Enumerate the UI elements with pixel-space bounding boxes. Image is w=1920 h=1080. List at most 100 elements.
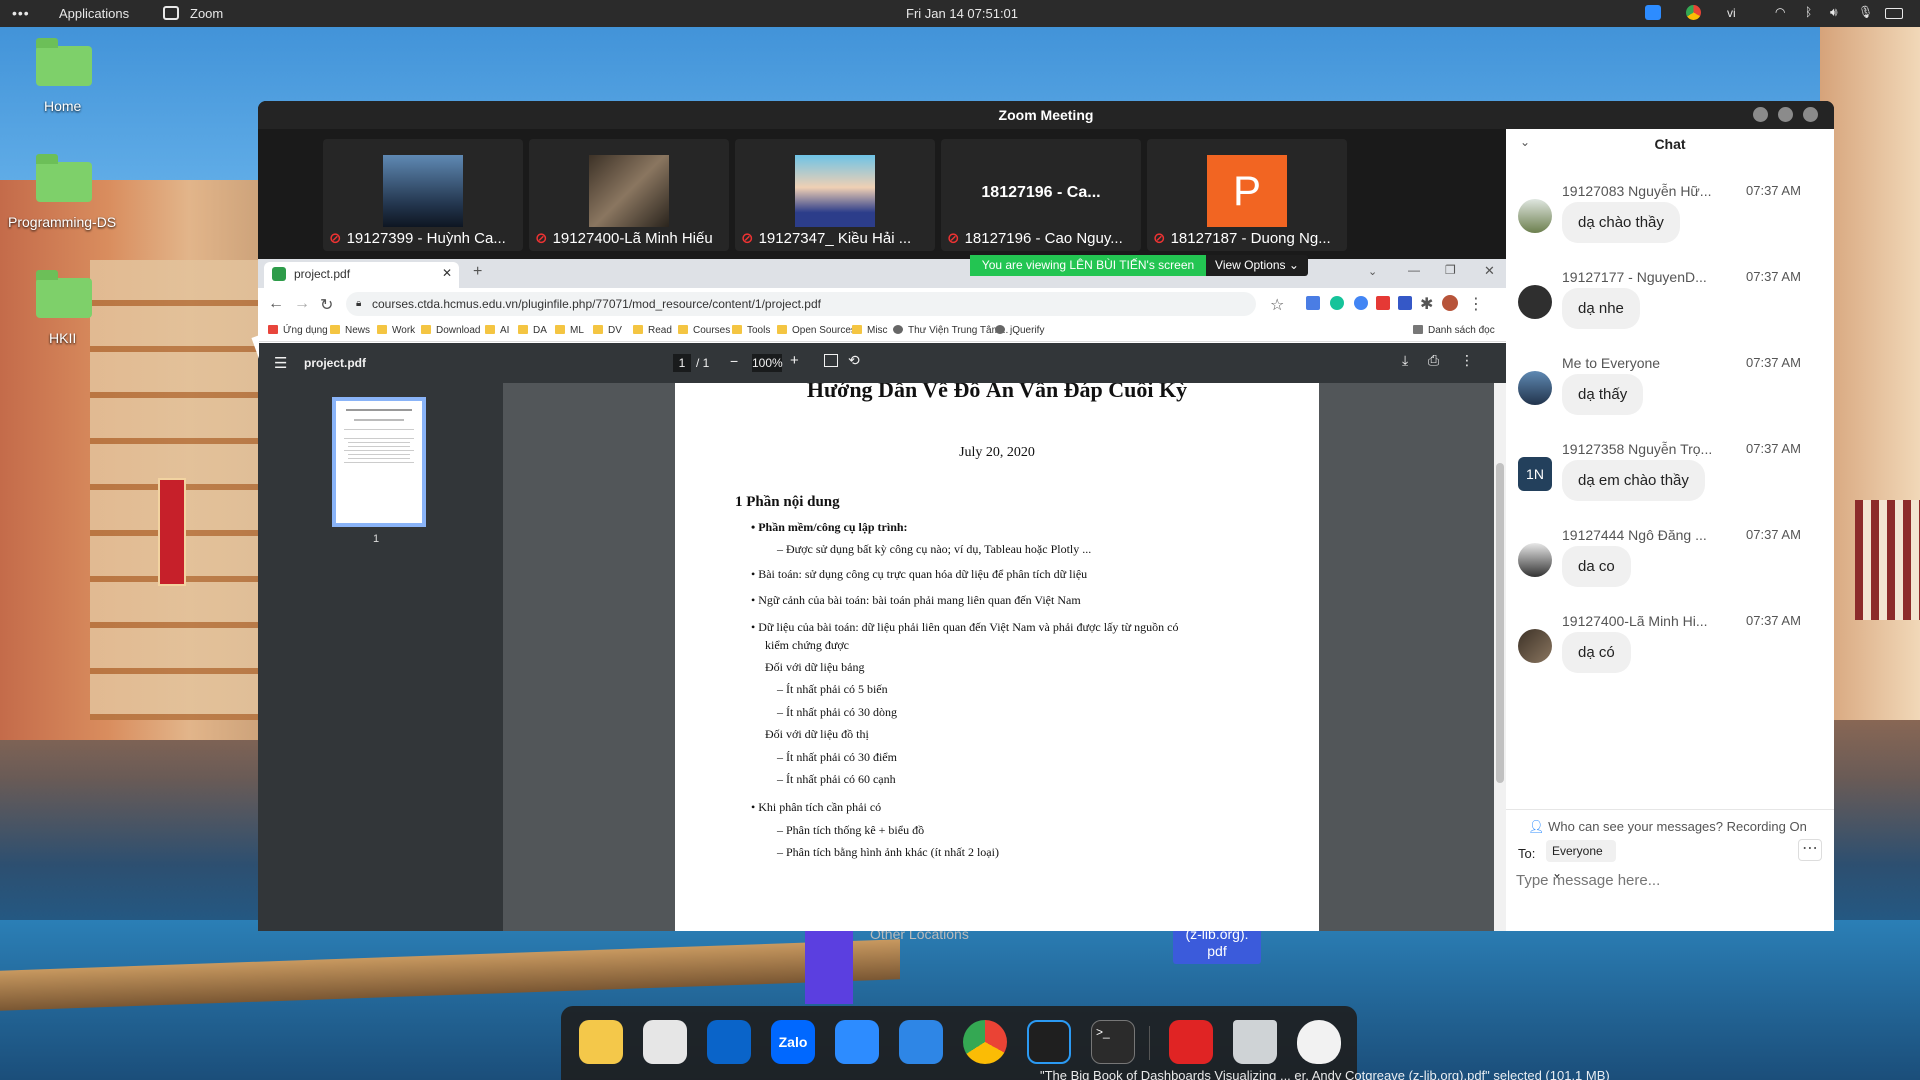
print-icon[interactable]: ⎙ xyxy=(1428,352,1439,369)
forward-icon[interactable]: → xyxy=(294,295,310,313)
bookmark-folder[interactable]: Tools xyxy=(732,325,770,336)
bookmark-label: Courses xyxy=(693,325,731,336)
microphone-icon[interactable]: 🎙︎ xyxy=(1858,5,1873,19)
message-bubble[interactable]: dạ em chào thầy xyxy=(1562,460,1705,501)
chrome-icon[interactable] xyxy=(963,1020,1007,1064)
message-bubble[interactable]: dạ thấy xyxy=(1562,374,1644,415)
scrollbar-thumb[interactable] xyxy=(1496,463,1504,783)
active-app-label[interactable]: Zoom xyxy=(190,6,223,21)
zoom-in-icon[interactable]: + xyxy=(790,352,799,369)
applications-menu[interactable]: Applications xyxy=(59,6,129,21)
bookmark-link[interactable]: Thư Viện Trung Tâm... xyxy=(893,325,1008,336)
page-thumbnail[interactable] xyxy=(332,397,426,527)
extension-translate-icon[interactable] xyxy=(1306,296,1320,310)
window-minimize-icon[interactable]: — xyxy=(1408,263,1420,277)
clock[interactable]: Fri Jan 14 07:51:01 xyxy=(906,6,1018,21)
desktop-icon-hkii[interactable]: HKII xyxy=(36,270,92,346)
bookmark-folder[interactable]: Misc xyxy=(852,325,888,336)
avatar-initials: 1N xyxy=(1518,457,1552,491)
minimize-button[interactable] xyxy=(1753,107,1768,122)
chat-message-input[interactable] xyxy=(1516,868,1816,892)
message-bubble[interactable]: dạ nhe xyxy=(1562,288,1640,329)
pdf-more-icon[interactable]: ⋮ xyxy=(1460,352,1474,369)
tab-close-icon[interactable]: ✕ xyxy=(442,266,452,280)
alien-app-icon[interactable] xyxy=(1297,1020,1341,1064)
participant-tile[interactable]: ⊘ 19127400-Lã Minh Hiếu xyxy=(529,139,729,251)
finder-icon[interactable] xyxy=(899,1020,943,1064)
vscode-icon[interactable] xyxy=(1027,1020,1071,1064)
selected-file-chip[interactable]: (z-lib.org). pdf xyxy=(1173,926,1261,964)
more-options-icon[interactable]: ⋯ xyxy=(1798,839,1822,861)
zalo-icon[interactable]: Zalo xyxy=(771,1020,815,1064)
bluetooth-icon[interactable]: ᛒ xyxy=(1805,5,1812,19)
volume-icon[interactable]: 🔊︎ xyxy=(1830,5,1838,20)
reload-icon[interactable]: ↻ xyxy=(320,295,333,315)
visibility-note[interactable]: 👤︎ Who can see your messages? Recording … xyxy=(1528,819,1807,835)
pdf-reader-icon[interactable] xyxy=(1169,1020,1213,1064)
activities-dots-icon[interactable]: ••• xyxy=(12,5,30,21)
bookmark-link[interactable]: jQuerify xyxy=(995,325,1044,336)
outlook-icon[interactable] xyxy=(707,1020,751,1064)
pdf-zoom-level[interactable]: 100% xyxy=(752,354,783,372)
zoom-icon[interactable] xyxy=(835,1020,879,1064)
window-restore-icon[interactable]: ❐ xyxy=(1445,263,1456,277)
extensions-puzzle-icon[interactable]: ✱ xyxy=(1420,294,1433,314)
extension-icon[interactable] xyxy=(1398,296,1412,310)
bookmark-folder[interactable]: Download xyxy=(421,325,480,336)
zoom-tray-icon[interactable] xyxy=(1645,5,1661,20)
extension-grammarly-icon[interactable] xyxy=(1330,296,1344,310)
home-folder-icon xyxy=(36,38,92,86)
desktop-icon-programming-ds[interactable]: Programming-DS xyxy=(8,154,116,230)
rotate-icon[interactable]: ⟲ xyxy=(848,352,860,369)
message-bubble[interactable]: da co xyxy=(1562,546,1631,587)
maximize-button[interactable] xyxy=(1778,107,1793,122)
address-bar[interactable]: 🔒︎ courses.ctda.hcmus.edu.vn/pluginfile.… xyxy=(346,292,1256,316)
reading-list[interactable]: Danh sách đọc xyxy=(1413,325,1495,336)
desktop-icon-home[interactable]: Home xyxy=(36,38,92,114)
back-icon[interactable]: ← xyxy=(268,295,284,313)
chrome-tray-icon[interactable] xyxy=(1686,5,1701,20)
view-options-button[interactable]: View Options ⌄ xyxy=(1206,255,1308,276)
bookmark-folder[interactable]: DA xyxy=(518,325,547,336)
participant-tile[interactable]: P ⊘ 18127187 - Duong Ng... xyxy=(1147,139,1347,251)
new-tab-icon[interactable]: + xyxy=(473,263,482,281)
zoom-out-icon[interactable]: − xyxy=(730,353,738,369)
message-bubble[interactable]: dạ có xyxy=(1562,632,1631,673)
pdf-scrollbar[interactable] xyxy=(1494,383,1506,931)
browser-menu-icon[interactable]: ⋮ xyxy=(1468,294,1484,314)
zoom-title-bar: Zoom Meeting xyxy=(258,101,1834,129)
recipient-select[interactable]: Everyone ⌄ xyxy=(1546,840,1616,880)
bookmark-folder[interactable]: DV xyxy=(593,325,622,336)
browser-tab[interactable]: project.pdf ✕ xyxy=(264,262,459,288)
bookmark-folder[interactable]: Open Sources xyxy=(777,325,856,336)
bookmark-folder[interactable]: News xyxy=(330,325,370,336)
participant-tile[interactable]: ⊘ 19127347_ Kiều Hải ... xyxy=(735,139,935,251)
bookmark-apps[interactable]: Ứng dụng xyxy=(268,325,328,336)
participant-tile[interactable]: ⊘ 19127399 - Huỳnh Ca... xyxy=(323,139,523,251)
message-bubble[interactable]: dạ chào thầy xyxy=(1562,202,1680,243)
window-close-icon[interactable]: ✕ xyxy=(1484,263,1495,279)
bookmark-folder[interactable]: Read xyxy=(633,325,672,336)
trash-icon[interactable] xyxy=(1233,1020,1277,1064)
battery-icon[interactable] xyxy=(1885,8,1903,19)
pdf-page-input[interactable]: 1 xyxy=(673,354,691,372)
bookmark-star-icon[interactable]: ☆ xyxy=(1270,295,1284,315)
pdf-menu-icon[interactable]: ☰ xyxy=(274,354,287,372)
text-editor-icon[interactable] xyxy=(643,1020,687,1064)
bookmark-folder[interactable]: AI xyxy=(485,325,509,336)
cheese-app-icon[interactable] xyxy=(579,1020,623,1064)
download-icon[interactable]: ⤓ xyxy=(1402,352,1408,369)
close-button[interactable] xyxy=(1803,107,1818,122)
language-indicator[interactable]: vi xyxy=(1727,6,1736,20)
bookmark-folder[interactable]: ML xyxy=(555,325,584,336)
extension-icon[interactable] xyxy=(1354,296,1368,310)
tab-search-icon[interactable]: ⌄ xyxy=(1368,265,1377,278)
participant-tile[interactable]: 18127196 - Ca... ⊘ 18127196 - Cao Nguy... xyxy=(941,139,1141,251)
bookmark-folder[interactable]: Work xyxy=(377,325,415,336)
fit-page-icon[interactable] xyxy=(824,354,838,367)
bookmark-folder[interactable]: Courses xyxy=(678,325,730,336)
profile-avatar[interactable] xyxy=(1442,295,1458,311)
extension-icon[interactable] xyxy=(1376,296,1390,310)
terminal-icon[interactable]: >_ xyxy=(1091,1020,1135,1064)
wifi-icon[interactable]: ◠ xyxy=(1775,5,1785,19)
